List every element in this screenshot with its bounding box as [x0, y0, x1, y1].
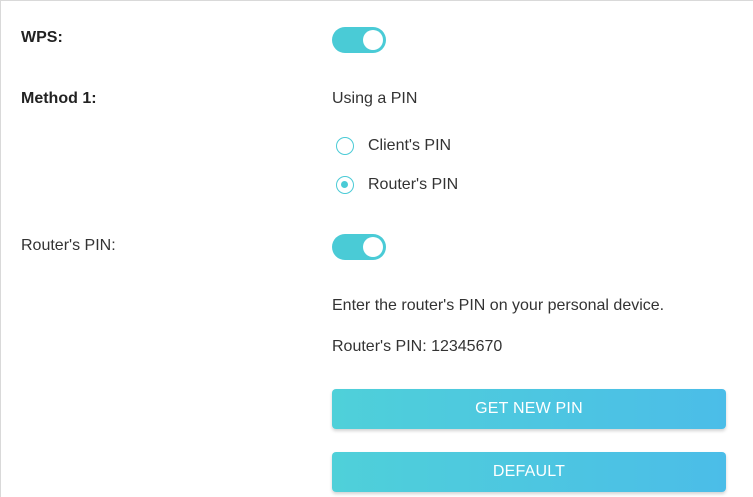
- radio-router-pin-label: Router's PIN: [368, 176, 459, 193]
- router-pin-value: Router's PIN: 12345670: [332, 338, 503, 355]
- radio-unchecked-icon[interactable]: [336, 137, 354, 155]
- router-pin-label: Router's PIN:: [21, 237, 116, 254]
- method1-label: Method 1:: [21, 90, 97, 107]
- wps-toggle[interactable]: [332, 27, 386, 53]
- method1-title: Using a PIN: [332, 90, 418, 107]
- router-pin-instruction: Enter the router's PIN on your personal …: [332, 297, 665, 314]
- radio-client-pin[interactable]: Client's PIN: [336, 137, 451, 155]
- radio-client-pin-label: Client's PIN: [368, 137, 452, 154]
- get-new-pin-button[interactable]: GET NEW PIN: [332, 389, 726, 429]
- router-pin-toggle[interactable]: [332, 234, 386, 260]
- wps-label: WPS:: [21, 29, 63, 46]
- wps-settings-panel: WPS: Method 1: Using a PIN Client's PIN …: [0, 0, 753, 497]
- toggle-knob-icon: [363, 237, 383, 257]
- toggle-knob-icon: [363, 30, 383, 50]
- default-button[interactable]: DEFAULT: [332, 452, 726, 492]
- radio-router-pin[interactable]: Router's PIN: [336, 176, 458, 194]
- radio-checked-icon[interactable]: [336, 176, 354, 194]
